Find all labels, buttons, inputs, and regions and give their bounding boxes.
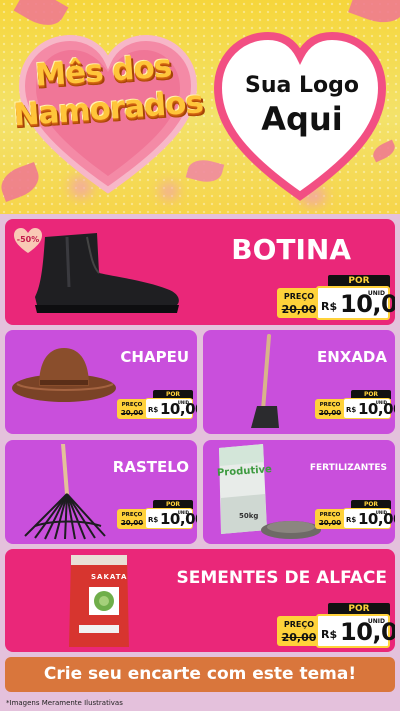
seed-packet-icon <box>69 555 129 647</box>
currency-symbol: R$ <box>346 516 357 524</box>
preco-label: PREÇO <box>319 512 341 518</box>
old-price-box: PREÇO 20,00 <box>315 509 345 529</box>
product-name: CHAPEU <box>120 348 189 366</box>
old-price-box: PREÇO 20,00 <box>277 616 321 646</box>
rake-icon <box>24 444 106 540</box>
currency-symbol: R$ <box>148 516 159 524</box>
disclaimer: *Imagens Meramente Ilustrativas <box>6 699 123 707</box>
product-name: FERTILIZANTES <box>309 463 387 473</box>
logo-line-2: Aqui <box>261 100 343 138</box>
new-price-box: UNID R$ 10,00 <box>343 398 395 419</box>
product-card-rastelo[interactable]: RASTELO POR PREÇO 20,00 UNID R$ 10,00 <box>5 440 197 544</box>
currency-symbol: R$ <box>148 406 159 414</box>
currency-symbol: R$ <box>321 628 338 641</box>
currency-symbol: R$ <box>321 300 338 313</box>
fertilizer-bag-icon <box>219 444 321 539</box>
old-price: 20,00 <box>120 519 144 527</box>
product-name: SEMENTES DE ALFACE <box>176 568 387 588</box>
price-tag: POR PREÇO 20,00 UNID R$ 10,00 <box>277 603 395 648</box>
product-card-chapeu[interactable]: CHAPEU POR PREÇO 20,00 UNID R$ 10,00 <box>5 330 197 434</box>
old-price-box: PREÇO 20,00 <box>315 399 345 419</box>
packet-brand: SAKATA <box>91 573 128 581</box>
new-price-box: UNID R$ 10,00 <box>343 508 395 529</box>
petal-decoration <box>13 0 69 34</box>
old-price: 20,00 <box>318 409 342 417</box>
product-card-enxada[interactable]: ENXADA POR PREÇO 20,00 UNID R$ 10,00 <box>203 330 395 434</box>
preco-label: PREÇO <box>121 512 143 518</box>
new-price: 10,00 <box>358 400 395 418</box>
old-price: 20,00 <box>318 519 342 527</box>
old-price: 20,00 <box>281 631 317 644</box>
product-name: BOTINA <box>231 233 351 266</box>
bag-weight: 50kg <box>239 512 259 520</box>
hat-icon <box>12 348 116 402</box>
old-price: 20,00 <box>281 303 317 316</box>
price-tag: POR PREÇO 20,00 UNID R$ 10,00 <box>315 390 395 420</box>
campaign-title: Mês dos Namorados <box>10 46 204 135</box>
hoe-icon <box>251 334 279 428</box>
logo-placeholder: Sua Logo Aqui <box>232 72 372 138</box>
new-price-box: UNID R$ 10,00 <box>316 286 395 320</box>
price-tag: POR PREÇO 20,00 UNID R$ 10,00 <box>277 275 395 320</box>
new-price: 10,00 <box>160 510 197 528</box>
new-price: 10,00 <box>340 618 395 646</box>
preco-label: PREÇO <box>319 402 341 408</box>
logo-line-1: Sua Logo <box>244 73 359 98</box>
currency-symbol: R$ <box>346 406 357 414</box>
product-card-sementes[interactable]: SAKATA SEMENTES DE ALFACE POR PREÇO 20,0… <box>5 549 395 652</box>
price-tag: POR PREÇO 20,00 UNID R$ 10,00 <box>117 390 197 420</box>
preco-label: PREÇO <box>283 620 315 629</box>
preco-label: PREÇO <box>121 402 143 408</box>
old-price: 20,00 <box>120 409 144 417</box>
old-price-box: PREÇO 20,00 <box>117 509 147 529</box>
price-tag: POR PREÇO 20,00 UNID R$ 10,00 <box>117 500 197 530</box>
product-name: ENXADA <box>316 348 387 366</box>
old-price-box: PREÇO 20,00 <box>117 399 147 419</box>
new-price-box: UNID R$ 10,00 <box>145 398 197 419</box>
product-name: RASTELO <box>112 458 189 476</box>
header-banner: Mês dos Namorados Sua Logo Aqui <box>0 0 400 214</box>
petal-decoration <box>348 0 400 30</box>
new-price: 10,00 <box>358 510 395 528</box>
product-card-fertilizantes[interactable]: Produtive 50kg FERTILIZANTES POR PREÇO 2… <box>203 440 395 544</box>
price-tag: POR PREÇO 20,00 UNID R$ 10,00 <box>315 500 395 530</box>
boot-icon <box>35 233 179 313</box>
old-price-box: PREÇO 20,00 <box>277 288 321 318</box>
create-flyer-button[interactable]: Crie seu encarte com este tema! <box>5 657 395 692</box>
product-card-botina[interactable]: -50% BOTINA POR PREÇO 20,00 UNID R$ 10,0… <box>5 219 395 325</box>
new-price-box: UNID R$ 10,00 <box>316 614 395 648</box>
preco-label: PREÇO <box>283 292 315 301</box>
new-price: 10,00 <box>340 290 395 318</box>
new-price-box: UNID R$ 10,00 <box>145 508 197 529</box>
new-price: 10,00 <box>160 400 197 418</box>
